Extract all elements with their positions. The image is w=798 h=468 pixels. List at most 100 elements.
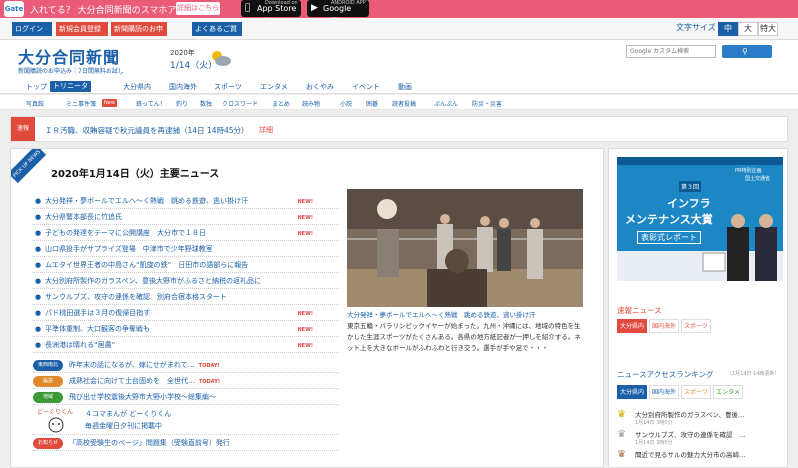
font-size-medium-button[interactable]: 中 (718, 22, 738, 36)
manga-character-name: どーくりくん (37, 409, 74, 416)
subnav-item-disaster[interactable]: 防災・災害 (472, 99, 502, 108)
news-text: サンウルブズ、攻守の連係を確認 別府合宿本格スタート (45, 293, 227, 301)
font-size-xlarge-button[interactable]: 特大 (758, 22, 778, 36)
breaking-detail-link[interactable]: 詳細 (259, 125, 273, 135)
new-label: NEW! (297, 199, 313, 205)
news-item[interactable]: ● 子どもの発達をテーマに公開講座 大分市で１８日 NEW! (33, 225, 339, 241)
notice-text: 「高校受験生のページ」問題集（受験直前号）発行 (69, 439, 230, 447)
bronze-crown-icon: ♛ (617, 449, 626, 460)
subnav-item-sudoku[interactable]: 数独 (200, 99, 212, 108)
news-item[interactable]: ● ムエタイ世界王者の中島さん“凱旋の鉄” 日田市の語部らに報告 (33, 257, 339, 273)
tab-ranking-national[interactable]: 国内海外 (649, 385, 679, 399)
register-label: 新規会員登録 (59, 25, 101, 33)
nav-item-oita[interactable]: 大分県内 (123, 82, 151, 92)
news-item[interactable]: ● サンウルブズ、攻守の連係を確認 別府合宿本格スタート (33, 289, 339, 305)
pickup-ribbon-label: PICK UP NEWS (11, 149, 47, 184)
ranking-updated: （1月14日 14時更新） (727, 371, 780, 377)
nav-item-trinita[interactable]: トリニータ (50, 81, 91, 92)
tab-breaking-sports[interactable]: スポーツ (681, 319, 711, 333)
breaking-headline[interactable]: ＩＲ汚職、収賄容疑で秋元議員を再逮捕（14日 14時45分） (45, 125, 249, 136)
news-list: ● 大分発祥・夢ボールでエルへ～く熱戦 跳める鉄遊、逃い掛け汗 NEW! ● 大分県警… (33, 193, 339, 451)
notice-item[interactable]: お知らせ 「高校受験生のページ」問題集（受験直前号）発行 (33, 435, 339, 451)
subnav-item-reader-posts[interactable]: 読者投稿 (392, 99, 416, 108)
new-label: NEW! (297, 311, 313, 317)
subnav-item-crossword[interactable]: クロスワード (222, 99, 258, 108)
subnav-item-photos[interactable]: 写真館 (26, 99, 44, 108)
bullet-icon: ● (35, 213, 42, 221)
font-size-large-button[interactable]: 大 (738, 22, 758, 36)
new-label: NEW! (297, 327, 313, 333)
faq-button[interactable]: よくあるご質問 (192, 22, 242, 47)
news-item[interactable]: ● パド桃田選手は３月の復帰目指す NEW! (33, 305, 339, 321)
nav-item-entertainment[interactable]: エンタメ (260, 82, 288, 92)
google-play-button[interactable]: ▶ ANDROID APP ON Google play (307, 0, 369, 30)
ranking-item[interactable]: ♛ サンウルブズ、攻守の連係を確認 … 1月14日 3時0分 (617, 429, 783, 447)
news-item[interactable]: ● 大分県警本部長に竹追氏 NEW! (33, 209, 339, 225)
search-icon: ⚲ (742, 47, 748, 56)
subnav-item-tetten[interactable]: 鉄ってん！ (136, 99, 166, 108)
news-text: 大分県警本部長に竹追氏 (45, 213, 122, 221)
ranking-item[interactable]: ♛ 大分別府所製作のガラスペン、豊後… 1月14日 3時0分 (617, 409, 783, 427)
tab-ranking-sports[interactable]: スポーツ (681, 385, 711, 399)
site-search-input[interactable] (626, 45, 716, 58)
site-logo[interactable]: 大分合同新聞 (18, 44, 120, 68)
nav-item-obituary[interactable]: おくやみ (306, 82, 334, 92)
subscribe-tagline[interactable]: 新聞購読のお申込み｜7日間無料お試し (18, 66, 124, 75)
search-button[interactable]: ⚲ (722, 45, 772, 58)
featured-news-photo[interactable] (347, 189, 583, 307)
ranking-text: 聞近で見るサルの魅力大分市の高崎… (635, 451, 746, 459)
news-item[interactable]: ● 山口県投手がサプライズ登場 中津市で少年野球教室 (33, 241, 339, 257)
nav-item-video[interactable]: 動画 (398, 82, 412, 92)
column-item-touzai[interactable]: 東西南北 昨年末の話になるが、嫁にせがまれて… TODAY! (33, 357, 339, 373)
news-item[interactable]: ● 平準体重制、大口観客の争奪戦も NEW! (33, 321, 339, 337)
bullet-icon: ● (35, 341, 42, 349)
notice-tag: お知らせ (33, 438, 63, 449)
news-item[interactable]: ● 長洲港は晴れる“居農” NEW! (33, 337, 339, 353)
tab-ranking-oita[interactable]: 大分県内 (617, 385, 647, 399)
tab-breaking-national[interactable]: 国内海外 (649, 319, 679, 333)
infra-award-banner[interactable]: PR特別企画 国土交通省 第３回 インフラ メンテナンス大賞 表彰式レポート (617, 157, 783, 281)
bullet-icon: ● (35, 325, 42, 333)
ranking-item[interactable]: ♛ 聞近で見るサルの魅力大分市の高崎… (617, 449, 783, 467)
new-label: NEW! (297, 231, 313, 237)
manga-title: ４コマまんが どーくりくん (85, 410, 172, 418)
banner-title1: インフラ (667, 197, 711, 210)
tab-ranking-entertainment[interactable]: エンタメ (713, 385, 743, 399)
login-button[interactable]: ログイン (12, 22, 52, 36)
character-face-icon (48, 417, 64, 433)
site-header: 大分合同新聞 新聞購読のお申込み｜7日間無料お試し 2020年 1/14（火） … (0, 40, 798, 80)
subnav-item-fishing[interactable]: 釣り (176, 99, 188, 108)
news-item[interactable]: ● 大分別府所製作のガラスペン、豊後大野市がふるさと納税の返礼品に (33, 273, 339, 289)
tab-breaking-oita[interactable]: 大分県内 (617, 319, 647, 333)
subnav-item-go[interactable]: 囲碁 (366, 99, 378, 108)
promo-detail-button[interactable]: 詳細はこちら (176, 2, 220, 15)
ranking-text: サンウルブズ、攻守の連係を確認 … (635, 431, 746, 439)
subnav-item-matome[interactable]: まとめ (272, 99, 290, 108)
news-item[interactable]: ● 大分発祥・夢ボールでエルへ～く熱戦 跳める鉄遊、逃い掛け汗 NEW! (33, 193, 339, 209)
nav-item-top[interactable]: トップ (26, 82, 47, 92)
subnav-item-punpun[interactable]: ぷんぷん (434, 99, 458, 108)
register-button[interactable]: 新規会員登録 (56, 22, 108, 36)
column-item-region[interactable]: 地域 飛び出せ学校震後大野市大野小学校～総集編～ (33, 389, 339, 405)
bullet-icon: ● (35, 293, 42, 301)
nav-item-events[interactable]: イベント (352, 82, 380, 92)
banner-sponsor: 国土交通省 (745, 176, 771, 182)
column-item-editorial[interactable]: 論説 成熟社会に向けて土台固めを 全世代… TODAY! (33, 373, 339, 389)
news-text: 平準体重制、大口観客の争奪戦も (45, 325, 150, 333)
banner-badge: 第３回 (679, 181, 702, 192)
nav-item-sports[interactable]: スポーツ (214, 82, 242, 92)
featured-photo-caption[interactable]: 大分発祥・夢ボールでエルへ～く熱戦 跳める鉄遊、逃い掛け汗 (347, 309, 587, 319)
ranking-section-title: ニュースアクセスランキング (617, 370, 714, 379)
subnav-item-novel[interactable]: 小説 (340, 99, 352, 108)
subscribe-button[interactable]: 新聞購読のお申込 (111, 22, 167, 47)
font-size-label: 文字サイズ (676, 23, 716, 32)
new-label: NEW! (297, 343, 313, 349)
app-store-button[interactable]:  Download on the App Store (241, 0, 301, 23)
manga-promo[interactable]: どーくりくん ４コマまんが どーくりくん 毎週金曜日夕刊に掲載中 (33, 405, 339, 435)
right-sidebar: PR特別企画 国土交通省 第３回 インフラ メンテナンス大賞 表彰式レポート 速… (608, 148, 788, 468)
column-text: 成熟社会に向けて土台固めを 全世代… (69, 377, 195, 385)
subnav-item-incidents[interactable]: ミニ事件簿 (66, 99, 96, 108)
subnav-item-reading[interactable]: 読み物 (302, 99, 320, 108)
news-text: 大分別府所製作のガラスペン、豊後大野市がふるさと納税の返礼品に (45, 277, 261, 285)
nav-item-national[interactable]: 国内海外 (169, 82, 197, 92)
